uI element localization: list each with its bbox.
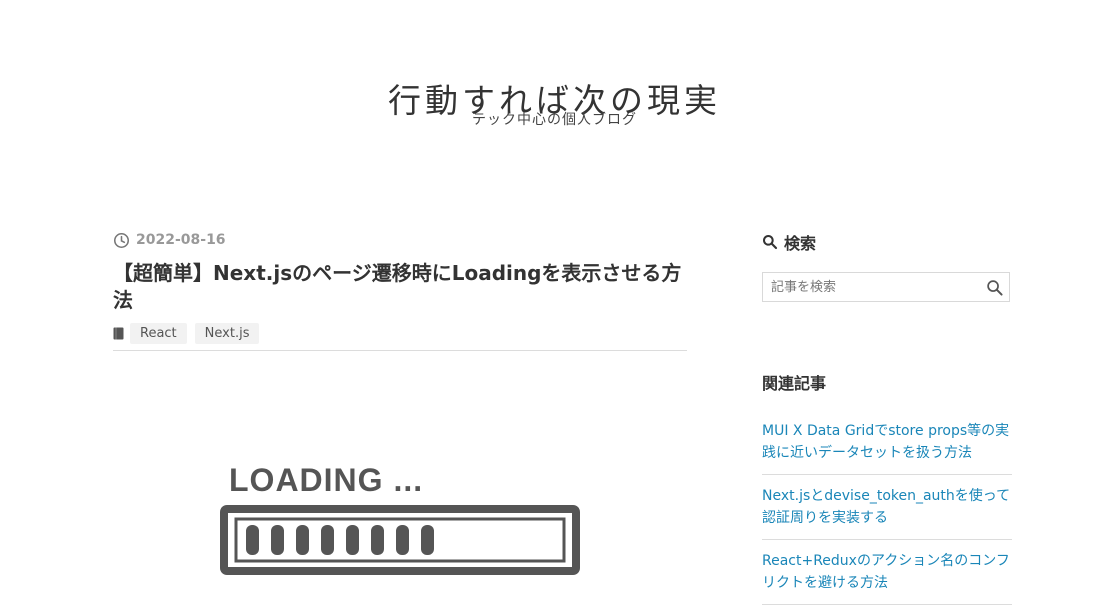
loading-text: LOADING ... xyxy=(229,462,424,498)
progress-segment xyxy=(246,525,259,555)
related-heading: 関連記事 xyxy=(762,374,827,393)
progress-segment xyxy=(271,525,284,555)
progress-segment xyxy=(371,525,384,555)
related-item: React+Reduxのアクション名のコンフリクトを避ける方法 xyxy=(762,548,1012,605)
category-nextjs[interactable]: Next.js xyxy=(194,323,260,344)
progress-segment xyxy=(346,525,359,555)
loading-progress-bar xyxy=(220,505,580,575)
search-box xyxy=(762,272,1010,302)
entry-date-row: 2022-08-16 xyxy=(113,230,687,250)
search-heading: 検索 xyxy=(762,230,1012,254)
entry-categories: React Next.js xyxy=(113,323,687,344)
entry-title[interactable]: 【超簡単】Next.jsのページ遷移時にLoadingを表示させる方法 xyxy=(113,260,687,314)
related-item: Next.jsとdevise_token_authを使って認証周りを実装する xyxy=(762,483,1012,540)
entry-eyecatch-image: LOADING ... xyxy=(220,462,580,577)
sidebar: 検索 関連記事 MUI X Data Gridでstore props等の実践に… xyxy=(762,230,1012,613)
related-list: MUI X Data Gridでstore props等の実践に近いデータセット… xyxy=(762,418,1012,605)
entry-date[interactable]: 2022-08-16 xyxy=(136,232,226,248)
category-react[interactable]: React xyxy=(130,323,187,344)
entry-divider xyxy=(113,350,687,351)
blog-description: テック中心の個人ブログ xyxy=(472,112,637,128)
progress-segment xyxy=(421,525,434,555)
search-input[interactable] xyxy=(769,278,986,296)
progress-segment xyxy=(296,525,309,555)
entry: 2022-08-16 【超簡単】Next.jsのページ遷移時にLoadingを表… xyxy=(113,230,687,351)
related-link-3[interactable]: React+Reduxのアクション名のコンフリクトを避ける方法 xyxy=(762,550,1012,594)
clock-icon xyxy=(113,232,130,248)
progress-segment xyxy=(396,525,409,555)
related-item: MUI X Data Gridでstore props等の実践に近いデータセット… xyxy=(762,418,1012,475)
search-icon xyxy=(763,235,778,250)
progress-segment xyxy=(321,525,334,555)
related-link-2[interactable]: Next.jsとdevise_token_authを使って認証周りを実装する xyxy=(762,485,1012,529)
book-icon xyxy=(113,327,124,340)
search-submit-icon[interactable] xyxy=(986,279,1003,296)
related-link-1[interactable]: MUI X Data Gridでstore props等の実践に近いデータセット… xyxy=(762,420,1012,464)
search-heading-label: 検索 xyxy=(784,234,817,253)
